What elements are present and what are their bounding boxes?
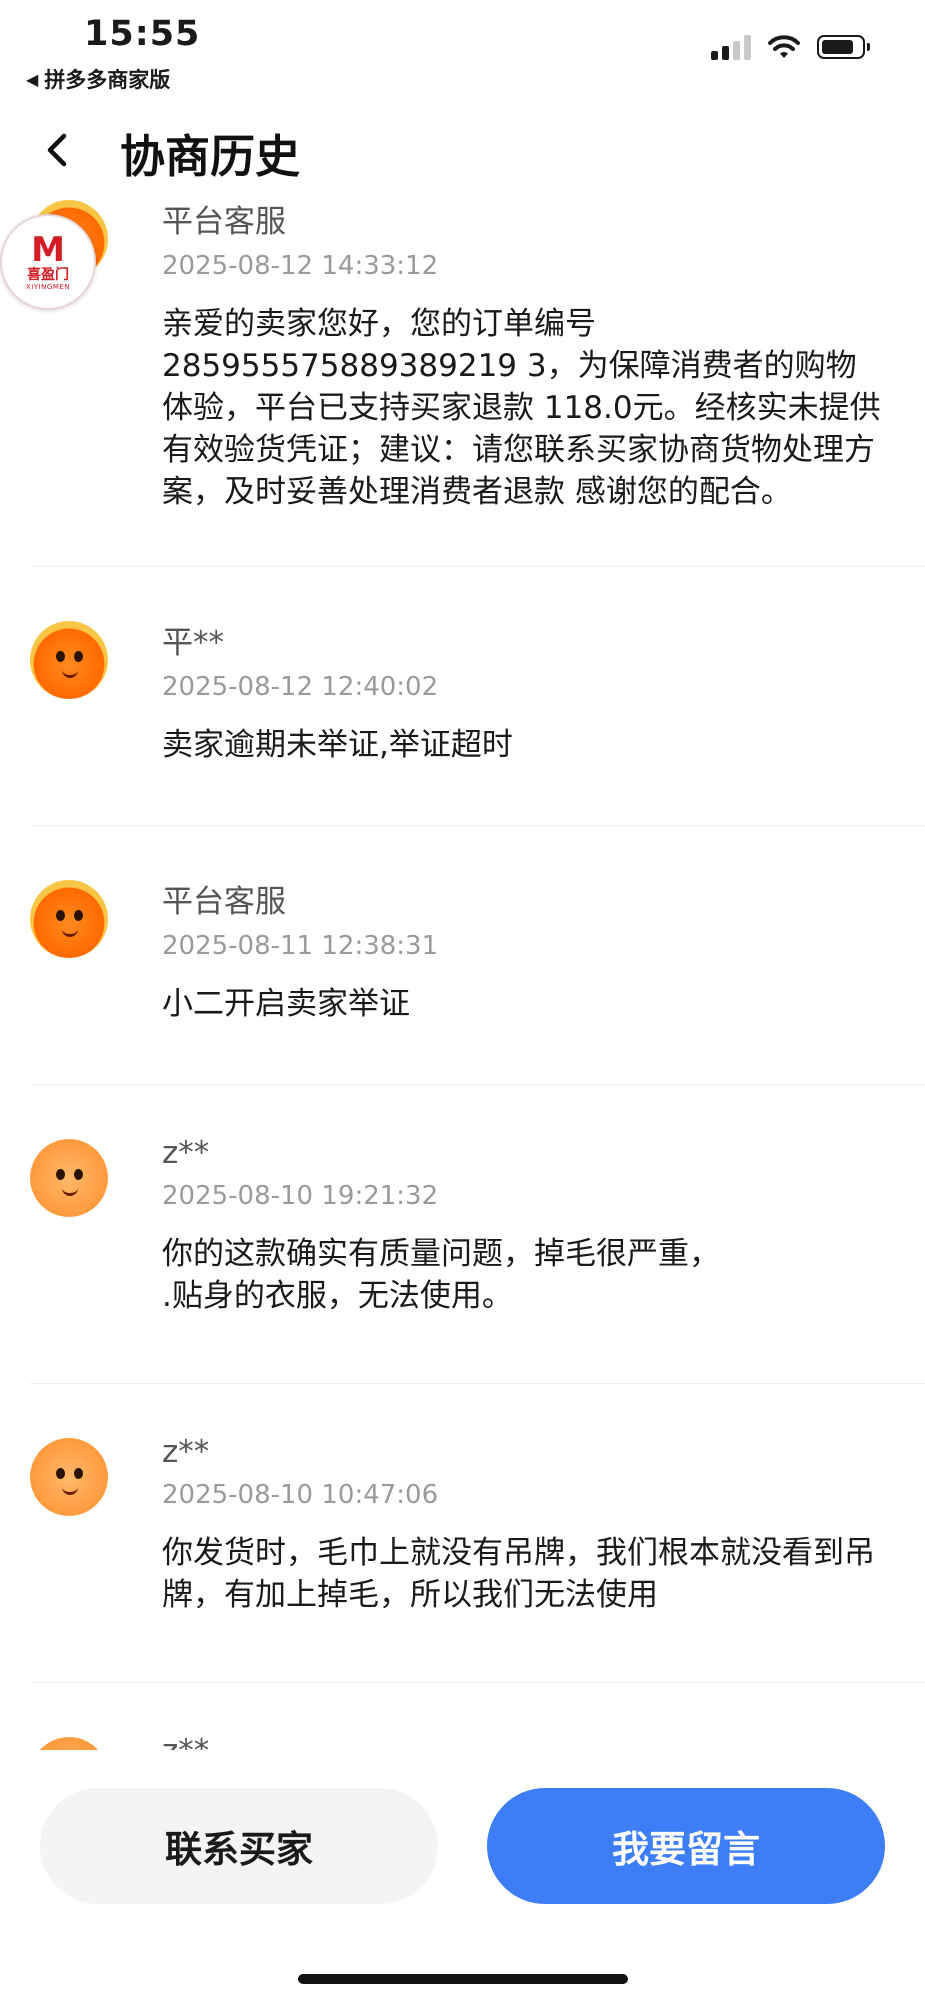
- back-to-app-link[interactable]: ◀ 拼多多商家版: [26, 64, 170, 94]
- avatar: [30, 621, 108, 699]
- status-bar: 15:55 ◀ 拼多多商家版: [0, 0, 925, 96]
- cellular-signal-icon: [711, 34, 751, 60]
- message-body: 你的这款确实有质量问题，掉毛很严重， .贴身的衣服，无法使用。: [162, 1236, 720, 1314]
- back-chevron-icon[interactable]: [38, 130, 78, 170]
- avatar: [30, 880, 108, 958]
- avatar: [30, 1438, 108, 1516]
- leave-message-button[interactable]: 我要留言: [487, 1788, 885, 1904]
- list-item: z**: [30, 1683, 925, 1750]
- back-app-label: 拼多多商家版: [44, 68, 171, 92]
- home-indicator[interactable]: [298, 1974, 628, 1984]
- battery-icon: [817, 35, 870, 59]
- message-time: 2025-08-10 10:47:06: [162, 1480, 439, 1510]
- logo-text-cn: 喜盈门: [27, 266, 69, 283]
- message-time: 2025-08-12 14:33:12: [162, 251, 439, 281]
- message-body: 卖家逾期未举证,举证超时: [162, 727, 513, 763]
- sender-name: 平**: [162, 625, 224, 661]
- sender-name: z**: [162, 1135, 210, 1171]
- status-icons: [711, 34, 870, 60]
- list-item: z** 2025-08-10 19:21:32 你的这款确实有质量问题，掉毛很严…: [30, 1085, 925, 1384]
- contact-buyer-button[interactable]: 联系买家: [40, 1788, 438, 1904]
- avatar: [30, 1139, 108, 1217]
- list-item: 平** 2025-08-12 12:40:02 卖家逾期未举证,举证超时: [30, 567, 925, 826]
- sender-name: z**: [162, 1434, 210, 1470]
- message-body: 亲爱的卖家您好，您的订单编号 285955575889389219 3，为保障消…: [162, 306, 881, 510]
- logo-text-en: XIYINGMEN: [25, 282, 71, 291]
- status-time: 15:55: [84, 14, 201, 54]
- message-time: 2025-08-11 12:38:31: [162, 931, 439, 961]
- list-item: 平台客服 2025-08-12 14:33:12 亲爱的卖家您好，您的订单编号 …: [30, 190, 925, 567]
- list-item: z** 2025-08-10 10:47:06 你发货时，毛巾上就没有吊牌，我们…: [30, 1384, 925, 1683]
- negotiation-history-list[interactable]: 平台客服 2025-08-12 14:33:12 亲爱的卖家您好，您的订单编号 …: [0, 190, 925, 1750]
- shop-logo: M 喜盈门 XIYINGMEN: [0, 214, 96, 310]
- page-title: 协商历史: [120, 130, 301, 183]
- sender-name: 平台客服: [162, 204, 286, 240]
- bottom-action-bar: 联系买家 我要留言: [0, 1750, 925, 2000]
- message-body: 小二开启卖家举证: [162, 986, 410, 1022]
- nav-bar: 协商历史: [0, 108, 925, 188]
- message-body: 你发货时，毛巾上就没有吊牌，我们根本就没看到吊牌，有加上掉毛，所以我们无法使用: [162, 1535, 875, 1613]
- message-time: 2025-08-12 12:40:02: [162, 672, 439, 702]
- list-item: 平台客服 2025-08-11 12:38:31 小二开启卖家举证: [30, 826, 925, 1085]
- back-triangle-icon: ◀: [26, 69, 39, 89]
- sender-name: z**: [60, 1733, 895, 1750]
- message-time: 2025-08-10 19:21:32: [162, 1181, 439, 1211]
- wifi-icon: [768, 35, 800, 58]
- sender-name: 平台客服: [162, 884, 286, 920]
- logo-mark: M: [31, 229, 65, 270]
